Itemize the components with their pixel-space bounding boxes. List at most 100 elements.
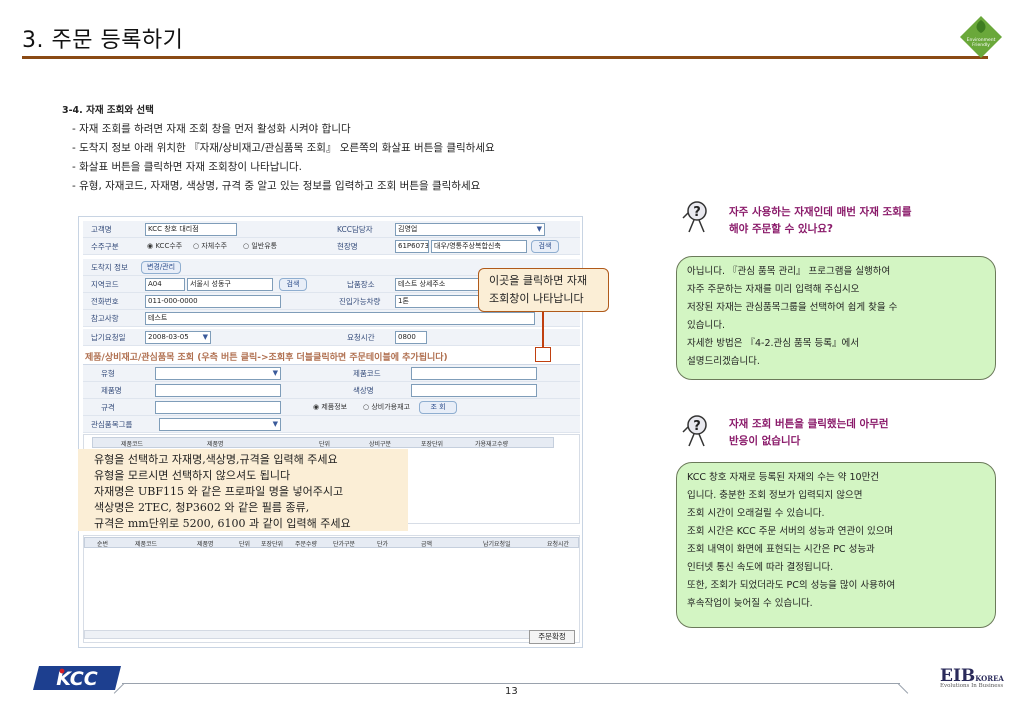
col-header: 순번 <box>97 541 109 548</box>
product-code-field[interactable] <box>411 367 537 380</box>
phone-label: 전화번호 <box>91 297 119 306</box>
eib-korea-logo: EIBKOREA Evolutions In Business <box>940 666 1004 689</box>
answer-line: 저장된 자재는 관심품목그룹을 선택하여 쉽게 찾을 수 <box>687 302 898 313</box>
kcc-rep-label: KCC담당자 <box>337 225 373 234</box>
spec-label: 규격 <box>101 403 115 412</box>
section-heading: 3-4. 자재 조회와 선택 <box>62 105 154 116</box>
question-line: 자재 조회 버튼을 클릭했는데 아무런 <box>729 418 889 430</box>
radio-general-label: 일반유통 <box>251 242 278 250</box>
chevron-down-icon: ▼ <box>202 333 208 341</box>
col-header: 요청시간 <box>547 541 570 548</box>
radio-kcc-order[interactable]: ◉ KCC수주 <box>147 241 182 251</box>
question-mascot-icon: ? <box>682 415 707 447</box>
col-header: 금액 <box>421 541 433 548</box>
environment-friendly-logo: Environment Friendly <box>960 16 1002 58</box>
col-header: 제품명 <box>197 541 214 548</box>
radio-stock-label: 상비가용재고 <box>371 403 410 411</box>
product-code-label: 제품코드 <box>353 369 381 378</box>
answer-line: 후속작업이 늦어질 수 있습니다. <box>687 598 813 609</box>
answer-line: 또한, 조회가 되었더라도 PC의 성능을 많이 사용하여 <box>687 580 896 591</box>
type-select[interactable]: ▼ <box>155 367 281 380</box>
eib-logo-sub: KOREA <box>975 674 1004 683</box>
region-name-field[interactable]: 서울시 성동구 <box>187 278 273 291</box>
tip-line: 색상명은 2TEC, 청P3602 와 같은 필름 종류, <box>94 501 310 514</box>
leaf-logo-line2: Friendly <box>972 42 990 48</box>
answer-line: 아닙니다. 『관심 품목 관리』 프로그램을 실행하여 <box>687 266 891 277</box>
horizontal-scrollbar[interactable] <box>84 630 574 639</box>
vehicle-label: 진입가능차량 <box>339 297 381 306</box>
answer-line: 있습니다. <box>687 320 725 331</box>
product-grid-header: 제품코드 제품명 단위 상비구분 포장단위 가용재고수량 <box>92 437 554 448</box>
radio-general[interactable]: ○ 일반유통 <box>243 241 277 251</box>
tip-line: 유형을 모르시면 선택하지 않으셔도 됩니다 <box>94 469 291 482</box>
due-date-select[interactable]: 2008-03-05 ▼ <box>145 331 211 344</box>
change-manage-button[interactable]: 변경/관리 <box>141 261 181 274</box>
instruction-item: - 도착지 정보 아래 위치한 『자재/상비재고/관심품목 조회』 오른쪽의 화… <box>72 142 495 154</box>
question-line: 반응이 없습니다 <box>729 435 801 447</box>
site-name-field[interactable]: 대우/영통주상복합신축 <box>431 240 527 253</box>
answer-line: KCC 창호 자재로 등록된 자재의 수는 약 10만건 <box>687 472 880 483</box>
form-row-order-type: 수주구분 ◉ KCC수주 ○ 자체수주 ○ 일반유통 현장명 61P6073 대… <box>83 238 580 255</box>
form-row-note: 참고사항 테스트 <box>83 310 580 327</box>
chevron-down-icon: ▼ <box>536 225 542 233</box>
radio-product-info[interactable]: ◉ 제품정보 <box>313 402 347 412</box>
order-table-grid[interactable]: 순번 제품코드 제품명 단위 포장단위 주문수량 단가구분 단가 금액 납기요청… <box>83 535 580 643</box>
color-field[interactable] <box>411 384 537 397</box>
kcc-rep-value: 김영업 <box>398 225 418 233</box>
form-row-due: 납기요청일 2008-03-05 ▼ 요청시간 0800 <box>83 329 580 346</box>
lookup-button[interactable]: 조 회 <box>419 401 457 414</box>
site-code-field[interactable]: 61P6073 <box>395 240 429 253</box>
col-header: 단가구분 <box>333 541 356 548</box>
footer-divider-right-tick <box>897 683 909 694</box>
tip-line: 자재명은 UBF115 와 같은 프로파일 명을 넣어주시고 <box>94 485 344 498</box>
search-tips-callout: 유형을 선택하고 자재명,색상명,규격을 입력해 주세요 유형을 모르시면 선택… <box>78 449 408 531</box>
col-header: 단위 <box>239 541 251 548</box>
time-field[interactable]: 0800 <box>395 331 427 344</box>
note-label: 참고사항 <box>91 314 119 323</box>
kcc-rep-select[interactable]: 김영업 ▼ <box>395 223 545 236</box>
site-search-button[interactable]: 검색 <box>531 240 559 253</box>
due-label: 납기요청일 <box>91 333 126 342</box>
form-row-spec: 규격 ◉ 제품정보 ○ 상비가용재고 조 회 <box>83 399 580 416</box>
due-date-value: 2008-03-05 <box>148 333 189 341</box>
col-header: 포장단위 <box>261 541 284 548</box>
interest-group-select[interactable]: ▼ <box>159 418 281 431</box>
answer-line: 조회 시간이 오래걸릴 수 있습니다. <box>687 508 825 519</box>
region-code-field[interactable]: A04 <box>145 278 185 291</box>
region-label: 지역코드 <box>91 280 119 289</box>
destination-label: 도착지 정보 <box>91 263 128 272</box>
region-search-button[interactable]: 검색 <box>279 278 307 291</box>
faq-question: 자주 사용하는 자재인데 매번 자재 조회를 해야 주문할 수 있나요? <box>729 204 912 238</box>
radio-self-order[interactable]: ○ 자체수주 <box>193 241 227 251</box>
product-name-field[interactable] <box>155 384 281 397</box>
callout-line: 이곳을 클릭하면 자재 <box>489 274 588 287</box>
phone-field[interactable]: 011-000-0000 <box>145 295 281 308</box>
lookup-header-text: 제품/상비재고/관심품목 조회 (우측 버튼 클릭->조회후 더블클릭하면 주문… <box>85 353 448 363</box>
color-label: 색상명 <box>353 386 374 395</box>
instruction-list: - 자재 조회를 하려면 자재 조회 창을 먼저 활성화 시켜야 합니다 - 도… <box>72 120 495 196</box>
form-row-interest: 관심품목그룹 ▼ <box>83 416 580 433</box>
note-field[interactable]: 테스트 <box>145 312 535 325</box>
order-confirm-button[interactable]: 주문확정 <box>529 630 575 644</box>
customer-field[interactable]: KCC 창호 대리점 <box>145 223 237 236</box>
product-name-label: 제품명 <box>101 386 122 395</box>
col-header: 제품코드 <box>135 541 158 548</box>
order-grid-header: 순번 제품코드 제품명 단위 포장단위 주문수량 단가구분 단가 금액 납기요청… <box>84 537 579 548</box>
expand-arrow-button[interactable] <box>535 347 551 362</box>
site-label: 현장명 <box>337 242 358 251</box>
spec-field[interactable] <box>155 401 281 414</box>
radio-stock[interactable]: ○ 상비가용재고 <box>363 402 410 412</box>
question-line: 해야 주문할 수 있나요? <box>729 223 833 235</box>
callout-pointer-line <box>542 312 544 347</box>
answer-line: 자세한 방법은 『4-2.관심 품목 등록』에서 <box>687 338 859 349</box>
form-row-type: 유형 ▼ 제품코드 <box>83 365 580 382</box>
chevron-down-icon: ▼ <box>272 369 278 377</box>
kcc-logo: KCC <box>33 666 121 690</box>
chevron-down-icon: ▼ <box>272 420 278 428</box>
eib-logo-tagline: Evolutions In Business <box>940 683 1004 689</box>
faq-answer-box: KCC 창호 자재로 등록된 자재의 수는 약 10만건 입니다. 충분한 조회… <box>676 462 996 628</box>
col-header: 상비구분 <box>369 441 392 448</box>
radio-self-order-label: 자체수주 <box>201 242 228 250</box>
question-line: 자주 사용하는 자재인데 매번 자재 조회를 <box>729 206 912 218</box>
delivery-label: 납품장소 <box>347 280 375 289</box>
